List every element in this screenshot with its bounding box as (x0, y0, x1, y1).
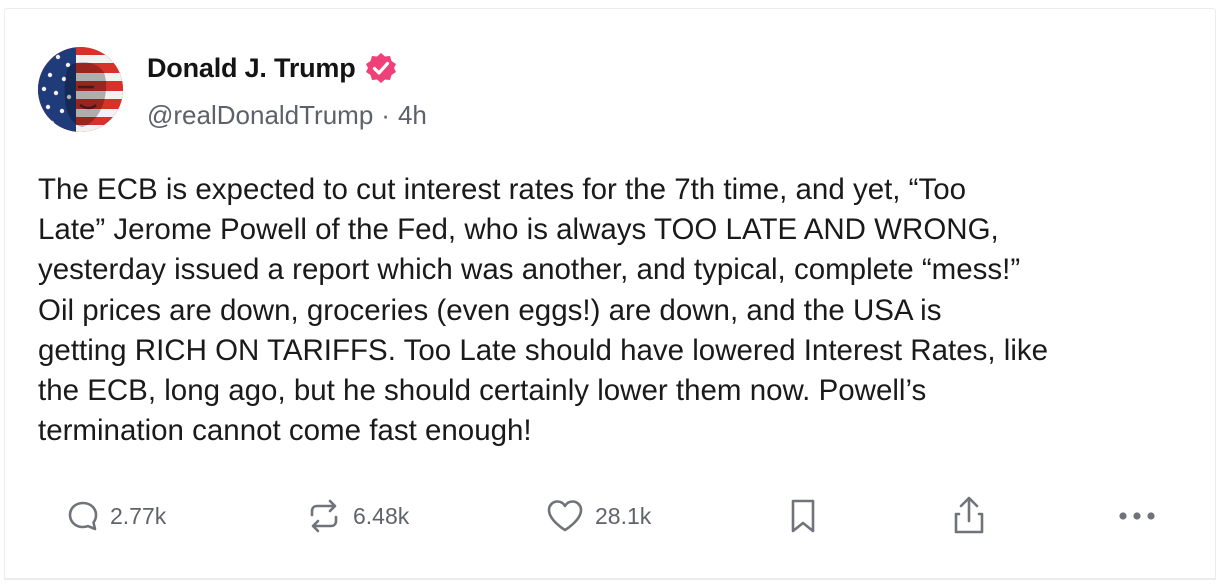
meta-separator: · (381, 100, 390, 130)
more-options-button[interactable] (1117, 494, 1157, 538)
verified-badge-icon (364, 51, 398, 85)
avatar[interactable] (38, 47, 123, 132)
post-timestamp[interactable]: 4h (398, 100, 427, 131)
reply-count: 2.77k (110, 502, 167, 529)
repost-arrows-icon (310, 499, 338, 533)
share-upload-icon (954, 496, 984, 534)
like-button[interactable]: 28.1k (545, 494, 651, 538)
author-name-row: Donald J. Trump (147, 51, 398, 85)
retruth-button[interactable]: 6.48k (305, 494, 409, 538)
retruth-count: 6.48k (353, 502, 410, 529)
bookmark-icon (791, 499, 815, 533)
share-button[interactable] (950, 494, 988, 538)
author-meta-row: @realDonaldTrump · 4h (147, 100, 427, 131)
speech-bubble-icon (68, 501, 98, 531)
bookmark-button[interactable] (785, 494, 821, 538)
card-bottom-divider (4, 578, 1216, 580)
post-body-text: The ECB is expected to cut interest rate… (38, 173, 1049, 448)
more-dots-icon (1119, 512, 1155, 520)
like-count: 28.1k (595, 502, 652, 529)
author-display-name[interactable]: Donald J. Trump (147, 53, 356, 84)
reply-button[interactable]: 2.77k (66, 494, 166, 538)
heart-icon (547, 500, 583, 532)
avatar-flag-portrait-image (38, 47, 123, 132)
author-handle[interactable]: @realDonaldTrump (147, 100, 373, 131)
